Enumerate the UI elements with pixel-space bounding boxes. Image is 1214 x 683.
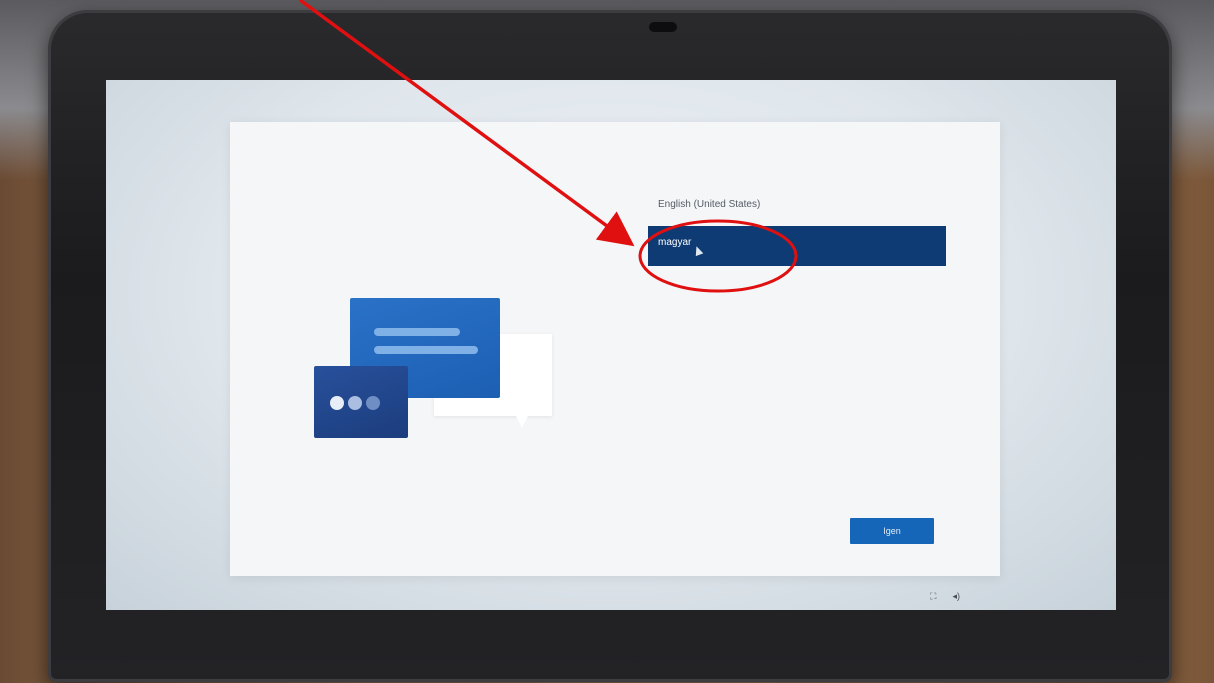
chat-bubble-white [434,334,552,416]
accessibility-icon[interactable]: ⛶ [930,591,936,602]
laptop-screen: English (United States) magyar Igen ⛶ ◂) [106,80,1116,610]
mouse-cursor-icon [692,244,704,257]
language-option-english[interactable]: English (United States) [648,192,946,218]
webcam [649,22,677,32]
typing-dot [366,396,380,410]
language-option-label: English (United States) [658,199,761,210]
language-list[interactable]: English (United States) magyar [648,192,946,266]
language-option-label: magyar [658,237,692,248]
chat-bubble-tail [516,416,528,428]
typing-dot [330,396,344,410]
chat-card-blue [350,298,500,398]
volume-icon[interactable]: ◂) [952,591,960,602]
text-line [374,328,460,336]
language-option-magyar[interactable]: magyar [648,226,946,266]
yes-button[interactable]: Igen [850,518,934,544]
typing-card [314,366,408,438]
language-illustration [230,122,1000,576]
oobe-language-card: English (United States) magyar Igen [230,122,1000,576]
typing-dot [348,396,362,410]
status-tray: ⛶ ◂) [930,591,960,602]
text-line [374,346,478,354]
